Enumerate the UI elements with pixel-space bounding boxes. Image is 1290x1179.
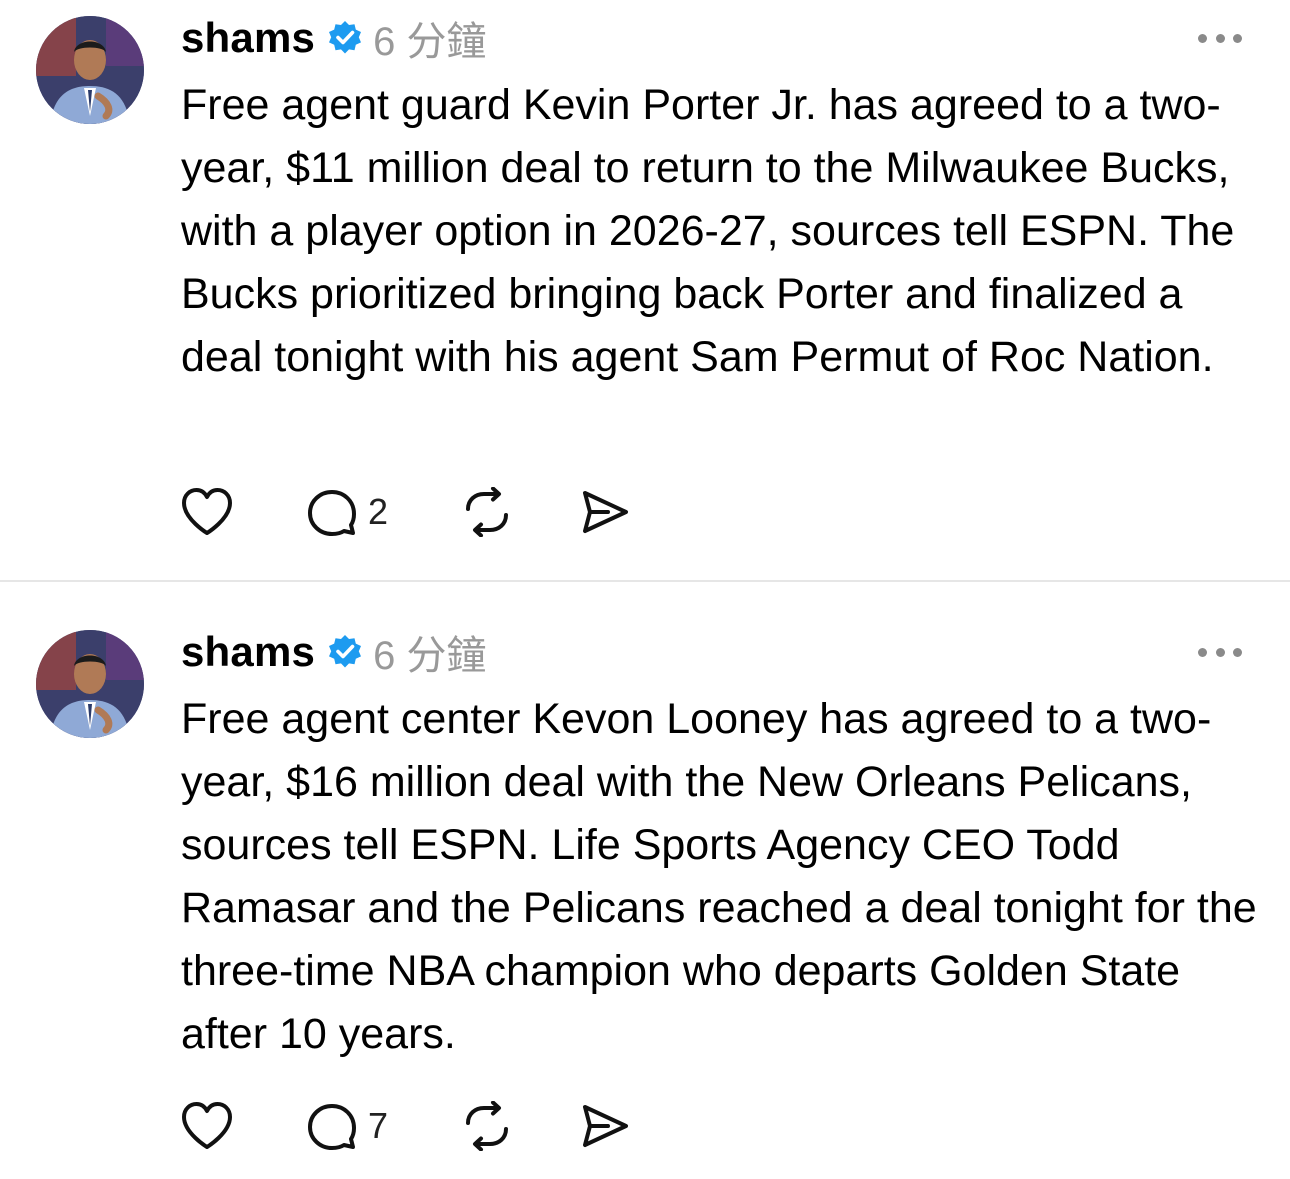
share-icon bbox=[578, 1101, 632, 1151]
action-bar: 2 bbox=[180, 482, 632, 542]
reply-button[interactable]: 7 bbox=[306, 1101, 388, 1151]
timestamp: 6 分鐘 bbox=[373, 634, 487, 678]
heart-icon bbox=[180, 487, 234, 537]
post-text: Free agent center Kevon Looney has agree… bbox=[181, 695, 1257, 1058]
comment-icon bbox=[306, 487, 358, 537]
repost-icon bbox=[460, 1101, 514, 1151]
post: shams 6 分鐘 Free agent guard Kevin Porter… bbox=[0, 0, 1290, 580]
reply-count: 2 bbox=[368, 491, 389, 532]
verified-badge-icon bbox=[327, 20, 363, 56]
username[interactable]: shams bbox=[181, 628, 315, 676]
repost-button[interactable] bbox=[460, 487, 514, 537]
post: shams 6 分鐘 Free agent center Kevon Loone… bbox=[0, 582, 1290, 1179]
reply-count: 7 bbox=[368, 1105, 389, 1146]
share-button[interactable] bbox=[578, 487, 632, 537]
post-text: Free agent guard Kevin Porter Jr. has ag… bbox=[181, 81, 1235, 381]
reply-button[interactable]: 2 bbox=[306, 487, 388, 537]
verified-badge-icon bbox=[327, 634, 363, 670]
repost-icon bbox=[460, 487, 514, 537]
avatar[interactable] bbox=[36, 630, 144, 738]
comment-icon bbox=[306, 1101, 358, 1151]
heart-icon bbox=[180, 1101, 234, 1151]
username[interactable]: shams bbox=[181, 14, 315, 62]
timestamp: 6 分鐘 bbox=[373, 20, 487, 64]
post-header: shams 6 分鐘 bbox=[181, 13, 486, 64]
more-options-icon[interactable] bbox=[1198, 645, 1242, 659]
action-bar: 7 bbox=[180, 1096, 632, 1156]
avatar[interactable] bbox=[36, 16, 144, 124]
share-icon bbox=[578, 487, 632, 537]
more-options-icon[interactable] bbox=[1198, 31, 1242, 45]
like-button[interactable] bbox=[180, 1101, 234, 1151]
repost-button[interactable] bbox=[460, 1101, 514, 1151]
share-button[interactable] bbox=[578, 1101, 632, 1151]
post-header: shams 6 分鐘 bbox=[181, 627, 486, 678]
like-button[interactable] bbox=[180, 487, 234, 537]
